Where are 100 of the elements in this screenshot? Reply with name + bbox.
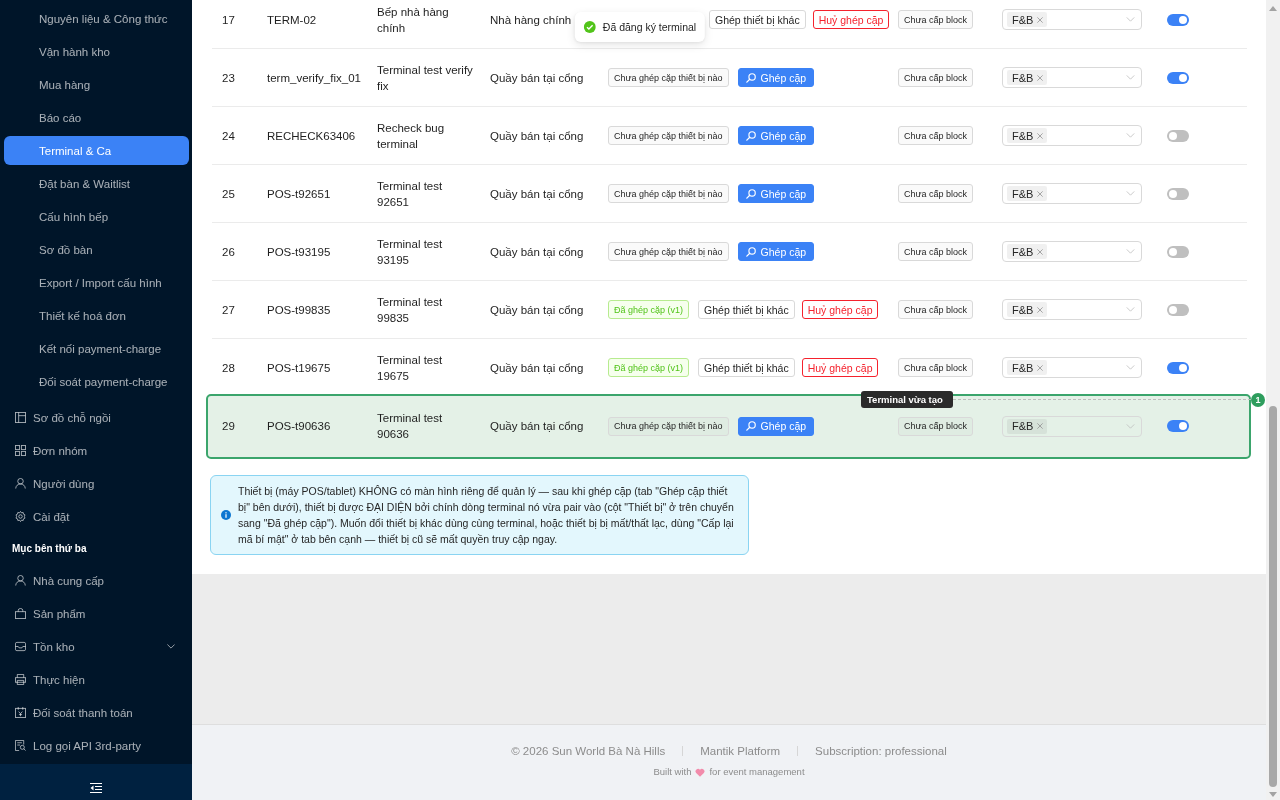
chevron-down-icon	[1126, 191, 1135, 196]
pair-button[interactable]: Ghép cặp	[737, 416, 815, 436]
location-name: Quầy bán tại cổng	[490, 420, 584, 432]
type-select[interactable]: F&B	[1002, 183, 1142, 204]
menu-item[interactable]: Nguyên liệu & Công thức	[4, 4, 189, 33]
unpair-button[interactable]: Huỷ ghép cặp	[801, 358, 879, 377]
block-status-tag: Chưa cấp block	[898, 126, 974, 145]
menu-item[interactable]: Báo cáo	[4, 103, 189, 132]
menu-item[interactable]: Tồn kho	[4, 632, 189, 661]
menu-item[interactable]: Kết nối payment-charge	[4, 334, 189, 363]
type-select[interactable]: F&B	[1002, 299, 1142, 320]
scrollbar-thumb[interactable]	[1269, 406, 1277, 787]
location-name: Quầy bán tại cổng	[490, 71, 584, 84]
close-icon[interactable]	[1037, 190, 1044, 197]
menu-item[interactable]: Export / Import cấu hình	[4, 268, 189, 297]
footer-text: Built with	[653, 765, 692, 779]
menu-item[interactable]: Thiết kế hoá đơn	[4, 301, 189, 330]
menu-item[interactable]: Đối soát payment-charge	[4, 367, 189, 396]
terminal-name: Bếp nhà hàng chính	[377, 4, 450, 36]
close-icon[interactable]	[1037, 364, 1044, 371]
heart-icon	[695, 767, 706, 777]
type-select[interactable]: F&B	[1002, 125, 1142, 146]
pair-button[interactable]: Ghép cặp	[737, 126, 815, 145]
scroll-down-icon[interactable]	[1269, 792, 1277, 797]
menu-item[interactable]: Mua hàng	[4, 70, 189, 99]
menu-item[interactable]: Sơ đồ chỗ ngồi	[4, 403, 189, 432]
pair-button[interactable]: Ghép cặp	[737, 242, 815, 261]
menu-item[interactable]: Đơn nhóm	[4, 436, 189, 465]
chevron-down-icon	[1126, 307, 1135, 312]
footer-text: for event management	[709, 765, 805, 779]
pair-other-device-button[interactable]: Ghép thiết bị khác	[698, 358, 795, 377]
active-toggle[interactable]	[1167, 303, 1189, 316]
terminal-name: Terminal test 90636	[377, 411, 444, 442]
active-toggle[interactable]	[1167, 361, 1189, 374]
row-number: 28	[222, 361, 235, 374]
pair-button[interactable]: Ghép cặp	[737, 68, 815, 87]
chevron-down-icon	[1126, 17, 1135, 22]
search-icon	[745, 421, 756, 431]
active-toggle[interactable]	[1167, 245, 1189, 258]
close-icon[interactable]	[1037, 423, 1044, 429]
gear-icon	[15, 511, 26, 522]
block-status-tag: Chưa cấp block	[898, 358, 974, 377]
menu-item[interactable]: Thực hiện	[4, 665, 189, 694]
menu-item[interactable]: Đặt bàn & Waitlist	[4, 169, 189, 198]
unpair-button[interactable]: Huỷ ghép cặp	[812, 10, 890, 29]
menu-item[interactable]: Người dùng	[4, 469, 189, 498]
chevron-down-icon	[1126, 423, 1135, 429]
menu-item[interactable]: Sản phẩm	[4, 599, 189, 628]
type-select[interactable]: F&B	[1002, 357, 1142, 378]
active-toggle[interactable]	[1167, 420, 1189, 432]
chevron-down-icon	[1126, 249, 1135, 254]
menu-item[interactable]: Terminal & Ca	[4, 136, 189, 165]
location-name: Quầy bán tại cổng	[490, 303, 584, 316]
close-icon[interactable]	[1037, 74, 1044, 81]
menu-item[interactable]: Đối soát thanh toán	[4, 698, 189, 727]
active-toggle[interactable]	[1167, 71, 1189, 84]
close-icon[interactable]	[1037, 248, 1044, 255]
type-chip[interactable]: F&B	[1007, 302, 1048, 317]
type-select[interactable]: F&B	[1002, 241, 1142, 262]
active-toggle[interactable]	[1167, 187, 1189, 200]
close-icon[interactable]	[1037, 16, 1044, 23]
pair-button[interactable]: Ghép cặp	[737, 184, 815, 203]
type-chip[interactable]: F&B	[1007, 186, 1048, 201]
footer-text: Subscription: professional	[815, 744, 947, 759]
active-toggle[interactable]	[1167, 129, 1189, 142]
search-icon	[745, 246, 756, 257]
active-toggle[interactable]	[1167, 13, 1189, 26]
scrollbar[interactable]	[1266, 0, 1280, 800]
menu-item[interactable]: Cấu hình bếp	[4, 202, 189, 231]
type-chip[interactable]: F&B	[1007, 12, 1048, 27]
type-select[interactable]: F&B	[1002, 67, 1142, 88]
search-icon	[745, 72, 756, 83]
type-chip[interactable]: F&B	[1007, 418, 1048, 434]
layout-icon	[15, 412, 26, 423]
menu-item[interactable]: Vận hành kho	[4, 37, 189, 66]
menu-item[interactable]: Sơ đồ bàn	[4, 235, 189, 264]
close-icon[interactable]	[1037, 132, 1044, 139]
menu-item[interactable]: Cài đặt	[4, 502, 189, 531]
pair-other-device-button[interactable]: Ghép thiết bị khác	[698, 300, 795, 319]
type-select[interactable]: F&B	[1002, 9, 1142, 30]
row-number: 24	[222, 129, 235, 142]
terminal-code: POS-t19675	[267, 361, 331, 374]
close-icon[interactable]	[1037, 306, 1044, 313]
terminal-code: term_verify_fix_01	[267, 71, 361, 84]
user-icon	[15, 575, 26, 586]
scroll-up-icon[interactable]	[1269, 6, 1277, 11]
pair-other-device-button[interactable]: Ghép thiết bị khác	[709, 10, 806, 29]
search-icon	[745, 188, 756, 199]
type-select[interactable]: F&B	[1002, 415, 1142, 437]
menu-fold-icon[interactable]	[90, 783, 102, 793]
terminal-name: Terminal test 93195	[377, 236, 444, 268]
unpair-button[interactable]: Huỷ ghép cặp	[801, 300, 879, 319]
type-chip[interactable]: F&B	[1007, 70, 1048, 85]
menu-item[interactable]: Log gọi API 3rd-party	[4, 731, 189, 760]
type-chip[interactable]: F&B	[1007, 128, 1048, 143]
pairing-status-tag: Chưa ghép cặp thiết bị nào	[608, 126, 729, 145]
type-chip[interactable]: F&B	[1007, 244, 1048, 259]
menu-item[interactable]: Nhà cung cấp	[4, 566, 189, 595]
row-number: 27	[222, 303, 235, 316]
type-chip[interactable]: F&B	[1007, 360, 1048, 375]
